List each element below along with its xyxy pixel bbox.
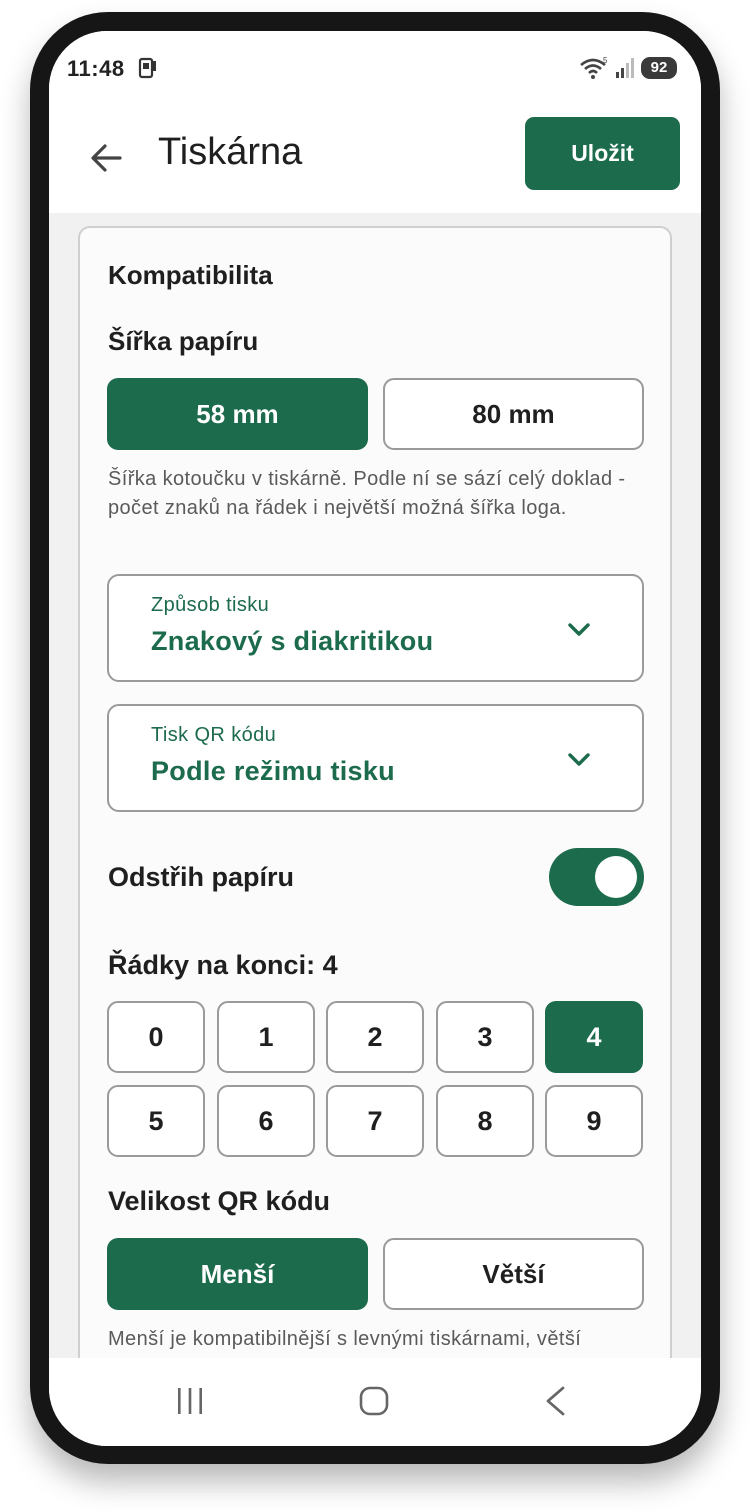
compatibility-card: Kompatibilita Šířka papíru 58 mm 80 mm Š… (78, 226, 672, 1358)
app-bar: Tiskárna Uložit (49, 103, 701, 213)
end-lines-option-2[interactable]: 2 (326, 1001, 424, 1073)
status-bar: 11:48 5 92 (49, 31, 701, 103)
paper-width-help: Šířka kotoučku v tiskárně. Podle ní se s… (108, 468, 626, 519)
print-mode-value: Znakový s diakritikou (151, 626, 434, 656)
paper-cut-label: Odstřih papíru (108, 862, 295, 892)
qr-size-smaller-button[interactable]: Menší (107, 1238, 368, 1310)
end-lines-option-7[interactable]: 7 (326, 1085, 424, 1157)
paper-width-58-button[interactable]: 58 mm (107, 378, 368, 450)
home-icon[interactable] (359, 1385, 389, 1417)
end-lines-option-4[interactable]: 4 (545, 1001, 643, 1073)
battery-indicator: 92 (641, 57, 677, 79)
svg-text:5: 5 (603, 56, 608, 65)
nav-back-icon[interactable] (543, 1385, 567, 1417)
qr-size-bigger-button[interactable]: Větší (383, 1238, 644, 1310)
end-lines-label: Řádky na konci: 4 (108, 950, 338, 980)
paper-width-80-button[interactable]: 80 mm (383, 378, 644, 450)
paper-width-label: Šířka papíru (108, 326, 259, 356)
print-mode-label: Způsob tisku (151, 594, 270, 616)
chevron-down-icon (568, 623, 590, 636)
qr-print-label: Tisk QR kódu (151, 724, 277, 746)
end-lines-option-1[interactable]: 1 (217, 1001, 315, 1073)
qr-print-dropdown[interactable]: Tisk QR kódu Podle režimu tisku (107, 704, 644, 812)
end-lines-option-5[interactable]: 5 (107, 1085, 205, 1157)
qr-size-help: Menší je kompatibilnější s levnými tiská… (108, 1328, 582, 1350)
end-lines-option-3[interactable]: 3 (436, 1001, 534, 1073)
notification-icon (138, 57, 156, 79)
print-mode-dropdown[interactable]: Způsob tisku Znakový s diakritikou (107, 574, 644, 682)
screen: 11:48 5 92 Tiskárna Uložit Kompatibilita… (49, 31, 701, 1446)
wifi-icon: 5 (580, 56, 608, 79)
signal-icon (616, 58, 634, 78)
settings-content[interactable]: Kompatibilita Šířka papíru 58 mm 80 mm Š… (49, 213, 701, 1358)
toggle-knob (595, 856, 637, 898)
qr-size-label: Velikost QR kódu (108, 1186, 331, 1216)
recent-apps-icon[interactable] (175, 1386, 205, 1416)
arrow-back-icon (91, 144, 122, 172)
navigation-bar (49, 1358, 701, 1446)
back-button[interactable] (81, 133, 131, 183)
end-lines-option-6[interactable]: 6 (217, 1085, 315, 1157)
end-lines-option-8[interactable]: 8 (436, 1085, 534, 1157)
section-heading: Kompatibilita (108, 260, 273, 290)
chevron-down-icon (568, 753, 590, 766)
status-time: 11:48 (67, 56, 125, 81)
qr-print-value: Podle režimu tisku (151, 756, 395, 786)
page-title: Tiskárna (158, 131, 303, 173)
end-lines-option-0[interactable]: 0 (107, 1001, 205, 1073)
paper-cut-toggle[interactable] (549, 848, 644, 906)
save-button[interactable]: Uložit (525, 117, 680, 190)
end-lines-option-9[interactable]: 9 (545, 1085, 643, 1157)
